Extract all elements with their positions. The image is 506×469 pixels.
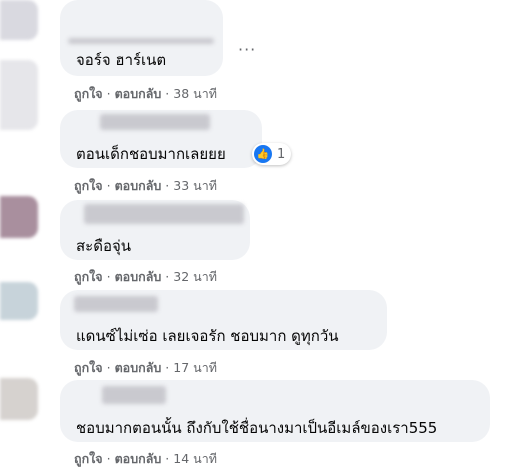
reaction-count: 1 xyxy=(277,146,286,162)
comment-bubble: ตอนเด็กชอบมากเลยยย xyxy=(60,110,262,168)
comment-bubble: แดนซ์ไม่เซ่อ เลยเจอรัก ชอบมาก ดูทุกวัน xyxy=(60,290,387,350)
reply-button[interactable]: ตอบกลับ xyxy=(115,178,162,193)
separator: · xyxy=(106,269,111,284)
comment-text: แดนซ์ไม่เซ่อ เลยเจอรัก ชอบมาก ดูทุกวัน xyxy=(76,327,339,345)
separator: · xyxy=(106,451,111,466)
comment-text: จอร์จ ฮาร์เนต xyxy=(76,51,167,69)
comment-actions: ถูกใจ · ตอบกลับ · 38 นาที xyxy=(74,84,217,104)
commenter-name[interactable] xyxy=(102,386,166,404)
comment-bubble: จอร์จ ฮาร์เนต xyxy=(60,0,223,76)
separator: · xyxy=(106,178,111,193)
reply-button[interactable]: ตอบกลับ xyxy=(115,269,162,284)
timestamp[interactable]: 33 นาที xyxy=(173,178,217,193)
separator: · xyxy=(106,86,111,101)
reaction-summary[interactable]: 👍 1 xyxy=(252,143,292,165)
comment-actions: ถูกใจ · ตอบกลับ · 17 นาที xyxy=(74,358,217,378)
separator: · xyxy=(165,178,170,193)
reply-button[interactable]: ตอบกลับ xyxy=(115,451,162,466)
separator: · xyxy=(106,360,111,375)
thumbs-up-icon: 👍 xyxy=(254,145,272,163)
avatar[interactable] xyxy=(0,378,38,420)
timestamp[interactable]: 38 นาที xyxy=(173,86,217,101)
reply-button[interactable]: ตอบกลับ xyxy=(115,86,162,101)
comment-actions: ถูกใจ · ตอบกลับ · 33 นาที xyxy=(74,176,217,196)
commenter-name[interactable] xyxy=(74,296,158,312)
separator: · xyxy=(165,360,170,375)
timestamp[interactable]: 14 นาที xyxy=(173,451,217,466)
avatar[interactable] xyxy=(0,60,38,130)
separator: · xyxy=(165,269,170,284)
avatar[interactable] xyxy=(0,282,38,320)
commenter-name[interactable] xyxy=(68,38,214,44)
comment-text: ชอบมากตอนนั้น ถึงกับใช้ชื่อนางมาเป็นอีเม… xyxy=(76,419,438,437)
timestamp[interactable]: 32 นาที xyxy=(173,269,217,284)
commenter-name[interactable] xyxy=(100,114,210,130)
like-button[interactable]: ถูกใจ xyxy=(74,178,103,193)
comment-actions: ถูกใจ · ตอบกลับ · 32 นาที xyxy=(74,267,217,287)
comment-text: ตอนเด็กชอบมากเลยยย xyxy=(76,145,226,163)
comment-bubble: ชอบมากตอนนั้น ถึงกับใช้ชื่อนางมาเป็นอีเม… xyxy=(60,380,490,442)
reply-button[interactable]: ตอบกลับ xyxy=(115,360,162,375)
avatar[interactable] xyxy=(0,0,38,40)
comment-text: สะดือจุ่น xyxy=(76,237,132,255)
comment-actions: ถูกใจ · ตอบกลับ · 14 นาที xyxy=(74,449,217,469)
like-button[interactable]: ถูกใจ xyxy=(74,269,103,284)
like-button[interactable]: ถูกใจ xyxy=(74,451,103,466)
separator: · xyxy=(165,86,170,101)
commenter-name[interactable] xyxy=(84,204,244,224)
like-button[interactable]: ถูกใจ xyxy=(74,360,103,375)
timestamp[interactable]: 17 นาที xyxy=(173,360,217,375)
separator: · xyxy=(165,451,170,466)
like-button[interactable]: ถูกใจ xyxy=(74,86,103,101)
comment-bubble: สะดือจุ่น xyxy=(60,200,250,260)
avatar[interactable] xyxy=(0,196,38,238)
more-options-button[interactable]: ··· xyxy=(238,40,256,59)
